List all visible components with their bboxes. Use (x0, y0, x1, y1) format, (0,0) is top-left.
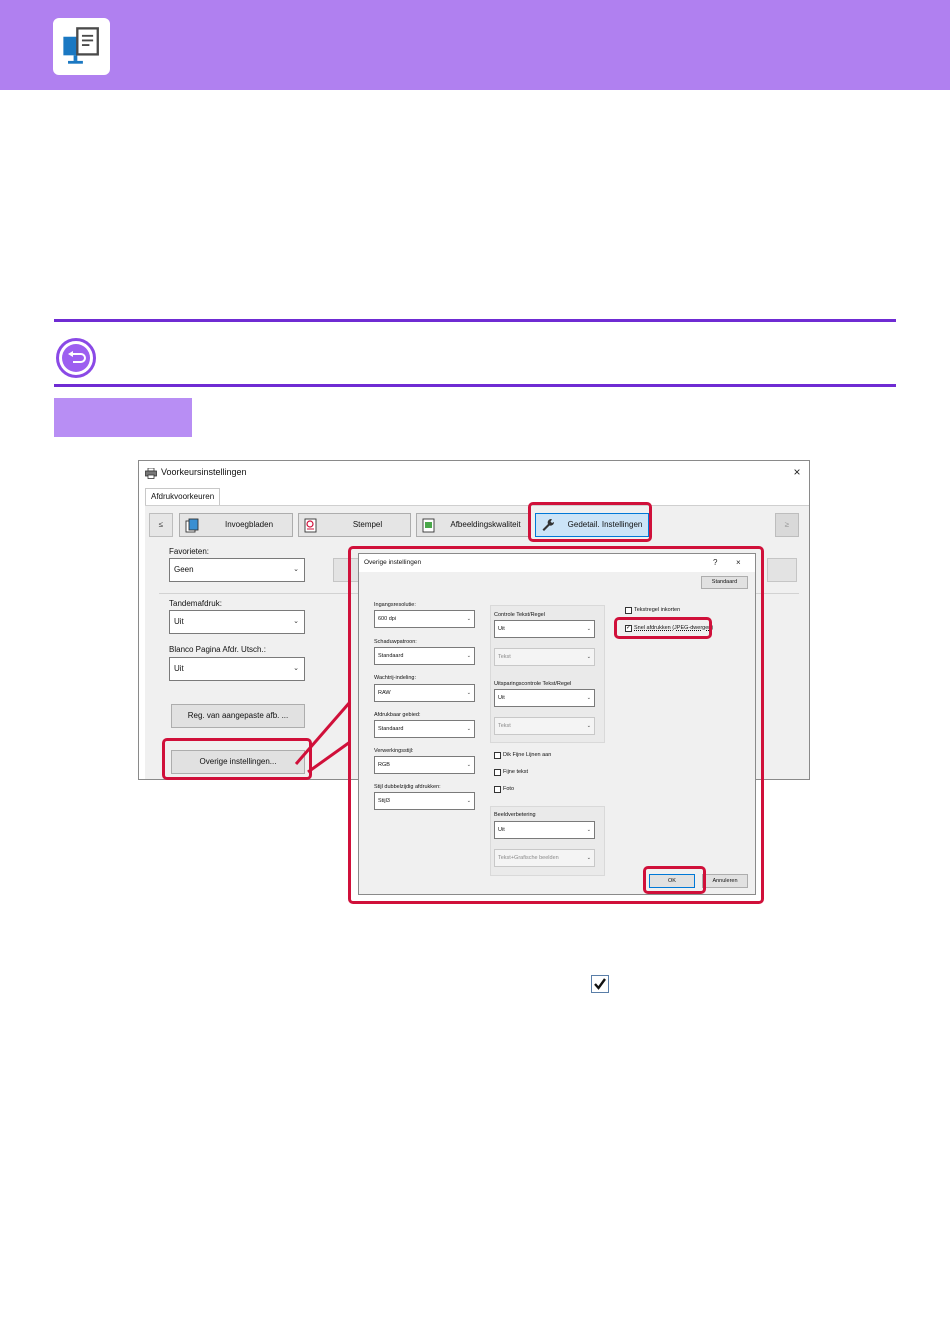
beeldverbetering-label: Beeldverbetering (494, 812, 536, 818)
controle-label: Controle Tekst/Regel (494, 612, 545, 618)
window-close-button[interactable]: × (789, 462, 805, 482)
ingangsresolutie-label: Ingangsresolutie: (374, 602, 416, 608)
controle-sub-value: Tekst (498, 654, 511, 660)
tab-invoegbladen-label: Invoegbladen (224, 520, 274, 529)
page-header (0, 0, 950, 90)
chevron-down-icon: ⌄ (466, 653, 471, 659)
checkbox-box (494, 751, 501, 759)
tab-stempel[interactable]: Stempel (298, 513, 411, 537)
afdrukbaar-value: Standaard (378, 726, 404, 732)
schaduwpatroon-select[interactable]: Standaard ⌄ (374, 647, 475, 665)
uitsparing-sub-value: Tekst (498, 723, 511, 729)
overige-instellingen-dialog: Overige instellingen ? × Standaard Ingan… (358, 553, 756, 895)
favorieten-value: Geen (174, 565, 194, 574)
chevron-down-icon: ⌄ (586, 723, 591, 729)
afdrukbaar-select[interactable]: Standaard ⌄ (374, 720, 475, 738)
tab-stempel-label: Stempel (352, 520, 383, 529)
blanco-pagina-value: Uit (174, 664, 184, 673)
checkbox-box (494, 785, 501, 793)
annuleren-button[interactable]: Annuleren (702, 874, 748, 888)
wachtrij-select[interactable]: RAW ⌄ (374, 684, 475, 702)
fijne-tekst-checkbox[interactable]: Fijne tekst (494, 768, 528, 776)
schaduwpatroon-value: Standaard (378, 653, 404, 659)
note-rule-top (54, 319, 896, 322)
step-label-box (54, 398, 192, 437)
tandemafdruk-label: Tandemafdruk: (169, 599, 222, 608)
chevron-down-icon: ⌄ (293, 618, 299, 625)
foto-checkbox[interactable]: Foto (494, 785, 514, 793)
chevron-down-icon: ⌄ (466, 798, 471, 804)
beeldverbetering-select[interactable]: Uit ⌄ (494, 821, 595, 839)
tab-invoegbladen[interactable]: Invoegbladen (179, 513, 293, 537)
chevron-down-icon: ⌄ (466, 762, 471, 768)
tab-scroll-next-button[interactable]: ≥ (775, 513, 799, 537)
help-button[interactable]: ? (713, 554, 717, 572)
checkmark-icon (591, 975, 609, 993)
fijne-tekst-label: Fijne tekst (503, 769, 529, 775)
foto-label: Foto (503, 786, 515, 792)
checkbox-box (494, 768, 501, 776)
dik-fijne-lijnen-checkbox[interactable]: Dik Fijne Lijnen aan (494, 751, 551, 759)
chevron-down-icon: ⌄ (466, 616, 471, 622)
chevron-down-icon: ⌄ (293, 566, 299, 573)
sub-dialog-title: Overige instellingen (359, 554, 755, 572)
tekstregel-inkorten-label: Tekstregel inkorten (634, 607, 681, 613)
wachtrij-value: RAW (378, 690, 391, 696)
chevron-down-icon: ⌄ (586, 827, 591, 833)
ingangsresolutie-select[interactable]: 600 dpi ⌄ (374, 610, 475, 628)
stijl-dubbelzijdig-value: Stijl3 (378, 798, 390, 804)
chevron-down-icon: ⌄ (466, 726, 471, 732)
controle-select[interactable]: Uit ⌄ (494, 620, 595, 638)
print-preview-icon (53, 18, 110, 75)
controle-sub-select: Tekst ⌄ (494, 648, 595, 666)
tab-afdrukvoorkeuren[interactable]: Afdrukvoorkeuren (145, 488, 221, 505)
chevron-down-icon: ⌄ (586, 855, 591, 861)
highlight-gedetailleerde-tab (528, 502, 652, 542)
back-arrow-icon (56, 338, 96, 378)
chevron-down-icon: ⌄ (293, 665, 299, 672)
window-title: Voorkeursinstellingen (161, 467, 247, 477)
highlight-overige-button (162, 738, 312, 780)
stijl-dubbelzijdig-select[interactable]: Stijl3 ⌄ (374, 792, 475, 810)
chevron-down-icon: ⌄ (586, 695, 591, 701)
tandemafdruk-select[interactable]: Uit ⌄ (169, 610, 305, 634)
tab-afbeeldingskwaliteit-label: Afbeeldingskwaliteit (450, 520, 521, 529)
verwerkingsstijl-select[interactable]: RGB ⌄ (374, 756, 475, 774)
beeldverbetering-sub-value: Tekst+Grafische beelden (498, 855, 559, 861)
stijl-dubbelzijdig-label: Stijl dubbelzijdig afdrukken: (374, 784, 441, 790)
dik-fijne-lijnen-label: Dik Fijne Lijnen aan (503, 752, 552, 758)
uitsparing-sub-select: Tekst ⌄ (494, 717, 595, 735)
controle-value: Uit (498, 626, 505, 632)
chevron-down-icon: ⌄ (466, 690, 471, 696)
beeldverbetering-value: Uit (498, 827, 505, 833)
chevron-down-icon: ⌄ (586, 626, 591, 632)
tab-afbeeldingskwaliteit[interactable]: Afbeeldingskwaliteit (416, 513, 529, 537)
uitsparing-value: Uit (498, 695, 505, 701)
schaduwpatroon-label: Schaduwpatroon: (374, 639, 417, 645)
tab-scroll-prev-button[interactable]: ≤ (149, 513, 173, 537)
favorieten-select[interactable]: Geen ⌄ (169, 558, 305, 582)
sub-dialog-close-button[interactable]: × (736, 554, 741, 572)
blanco-pagina-label: Blanco Pagina Afdr. Utsch.: (169, 645, 266, 654)
afdrukbaar-label: Afdrukbaar gebied: (374, 712, 421, 718)
favorieten-label: Favorieten: (169, 547, 210, 556)
uitsparing-select[interactable]: Uit ⌄ (494, 689, 595, 707)
highlight-ok-button (643, 866, 706, 894)
wachtrij-label: Wachtrij-indeling: (374, 675, 416, 681)
checkbox-box (625, 606, 632, 614)
highlight-snel-afdrukken (614, 617, 712, 639)
ingangsresolutie-value: 600 dpi (378, 616, 397, 622)
beeldverbetering-sub-select: Tekst+Grafische beelden ⌄ (494, 849, 595, 867)
blanco-pagina-select[interactable]: Uit ⌄ (169, 657, 305, 681)
verwerkingsstijl-value: RGB (378, 762, 390, 768)
verwerkingsstijl-label: Verwerkingsstijl: (374, 748, 414, 754)
standaard-button[interactable]: Standaard (701, 576, 748, 589)
tekstregel-inkorten-checkbox[interactable]: Tekstregel inkorten (625, 606, 680, 614)
tandemafdruk-value: Uit (174, 617, 184, 626)
reg-aangepaste-afb-button[interactable]: Reg. van aangepaste afb. ... (171, 704, 305, 728)
uitsparing-label: Uitsparingscontrole Tekst/Regel (494, 681, 572, 687)
right-side-button[interactable] (767, 558, 797, 582)
note-rule-bottom (54, 384, 896, 387)
chevron-down-icon: ⌄ (586, 654, 591, 660)
